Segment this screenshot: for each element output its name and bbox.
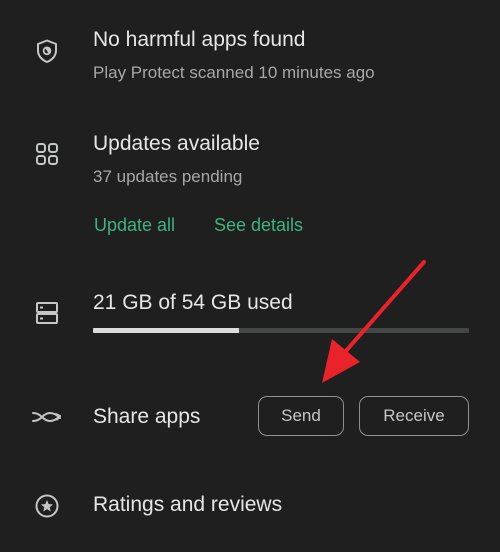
see-details-button[interactable]: See details	[214, 215, 303, 236]
update-all-button[interactable]: Update all	[94, 215, 175, 236]
ratings-reviews-label[interactable]: Ratings and reviews	[93, 493, 282, 517]
storage-icon	[34, 300, 60, 326]
send-button[interactable]: Send	[258, 396, 344, 436]
updates-title: Updates available	[93, 132, 260, 155]
storage-usage-label: 21 GB of 54 GB used	[93, 291, 293, 314]
share-apps-label: Share apps	[93, 405, 201, 428]
shield-icon	[34, 38, 60, 64]
storage-progress-bar	[93, 328, 469, 333]
manage-apps-overview-panel: No harmful apps found Play Protect scann…	[0, 0, 500, 552]
grid-apps-icon	[34, 141, 60, 167]
play-protect-title: No harmful apps found	[93, 28, 306, 51]
star-circle-icon	[34, 493, 60, 519]
updates-subtitle: 37 updates pending	[93, 167, 243, 186]
receive-button[interactable]: Receive	[359, 396, 469, 436]
share-apps-icon	[30, 404, 64, 430]
play-protect-subtitle: Play Protect scanned 10 minutes ago	[93, 63, 375, 82]
storage-progress-fill	[93, 328, 240, 333]
